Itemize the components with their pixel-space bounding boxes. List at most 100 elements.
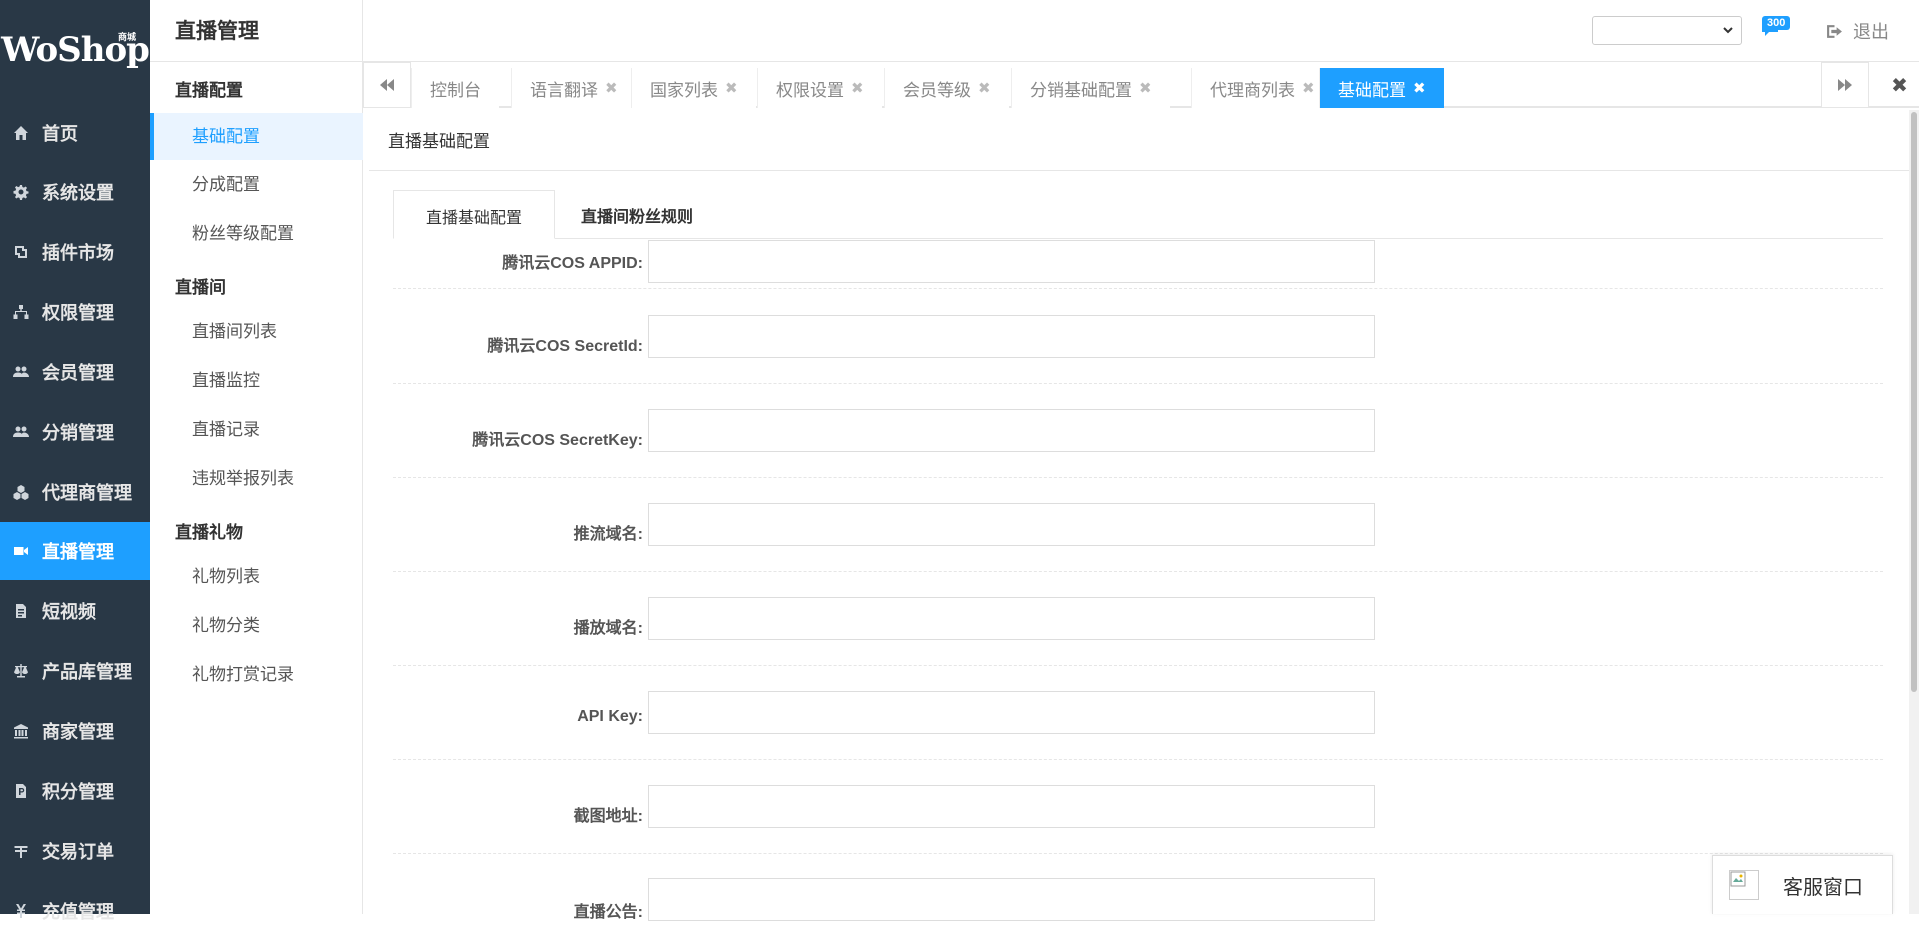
sidebar-item-system-settings[interactable]: 系统设置 [0,163,150,221]
close-icon: ✖ [1891,74,1908,97]
brand-logo[interactable]: WoShop 商城 [0,0,150,100]
close-icon[interactable]: ✖ [1139,79,1152,97]
yen-icon [12,902,30,920]
tabs-scroll-right-button[interactable] [1821,62,1869,108]
sidebar-item-label: 首页 [42,124,78,144]
tab-label: 控制台 [430,80,481,100]
submenu-item-live-records[interactable]: 直播记录 [150,406,363,453]
cos-secretkey-input[interactable] [648,409,1375,452]
tab-distribution-basic-config[interactable]: 分销基础配置 ✖ [1011,68,1170,108]
sidebar-item-label: 短视频 [42,602,96,622]
sidebar-item-label: 分销管理 [42,423,114,443]
sidebar-item-label: 权限管理 [42,303,114,323]
tab-console[interactable]: 控制台 [411,68,499,108]
sidebar-item-live[interactable]: 直播管理 [0,522,150,580]
submenu-item-live-monitor[interactable]: 直播监控 [150,357,363,404]
message-count-badge: 300 [1762,16,1791,30]
form-row-cos-appid: 腾讯云COS APPID: [393,240,1883,289]
tab-live-basic-config[interactable]: 直播基础配置 [393,190,556,239]
screenshot-url-input[interactable] [648,785,1375,828]
tab-member-levels[interactable]: 会员等级 ✖ [884,68,1009,108]
form-row-play-domain: 播放域名: [393,572,1883,666]
gear-icon [12,183,30,201]
sidebar-item-agents[interactable]: 代理商管理 [0,463,150,521]
sidebar-item-short-video[interactable]: 短视频 [0,582,150,640]
inner-tab-bar: 直播基础配置 直播间粉丝规则 [393,190,1883,239]
tab-language-translation[interactable]: 语言翻译 ✖ [511,68,636,108]
submenu-item-violation-reports[interactable]: 违规举报列表 [150,455,363,502]
close-icon[interactable]: ✖ [851,79,864,97]
sidebar-item-merchants[interactable]: 商家管理 [0,702,150,760]
chevron-down-icon [1723,27,1733,34]
submenu-item-gift-categories[interactable]: 礼物分类 [150,602,363,649]
push-domain-input[interactable] [648,503,1375,546]
form-row-cos-secretid: 腾讯云COS SecretId: [393,290,1883,384]
close-all-tabs-button[interactable]: ✖ [1880,62,1919,108]
field-label: 腾讯云COS SecretKey: [472,432,643,449]
language-select[interactable] [1592,16,1742,45]
video-camera-icon [12,542,30,560]
sidebar-item-home[interactable]: 首页 [0,104,150,162]
sidebar-item-recharge[interactable]: 充值管理 [0,882,150,940]
sidebar-item-orders[interactable]: 交易订单 [0,822,150,880]
sidebar-item-plugin-market[interactable]: 插件市场 [0,223,150,281]
submenu-item-basic-config[interactable]: 基础配置 [150,113,363,160]
sidebar-item-permissions[interactable]: 权限管理 [0,283,150,341]
file-icon [12,602,30,620]
tab-basic-config[interactable]: 基础配置 ✖ [1319,68,1444,108]
file-icon [12,782,30,800]
field-label: 推流域名: [573,526,643,543]
field-label: 播放域名: [573,620,643,637]
form-row-screenshot-url: 截图地址: [393,760,1883,854]
main-sidebar: WoShop 商城 首页 系统设置 插件市场 权限管理 会员管理 分销管理 代理… [0,0,150,922]
submenu-group-live-room: 直播间 [175,278,226,297]
scrollbar-thumb[interactable] [1911,112,1917,692]
sidebar-item-label: 会员管理 [42,363,114,383]
balance-scale-icon [12,662,30,680]
tab-label: 会员等级 [903,80,971,100]
tabs-scroll-left-button[interactable] [363,62,411,108]
customer-service-label: 客服窗口 [1783,876,1863,899]
logout-button[interactable]: 退出 [1826,18,1889,44]
field-label: 腾讯云COS APPID: [502,255,643,272]
plugin-icon [12,243,30,261]
close-icon[interactable]: ✖ [978,79,991,97]
submenu-item-live-room-list[interactable]: 直播间列表 [150,308,363,355]
tab-permission-settings[interactable]: 权限设置 ✖ [757,68,882,108]
close-icon[interactable]: ✖ [605,79,618,97]
submenu-title: 直播管理 [150,0,363,62]
cos-appid-input[interactable] [648,240,1375,283]
form-row-api-key: API Key: [393,666,1883,760]
sidebar-item-label: 产品库管理 [42,662,132,682]
submenu-item-gift-reward-records[interactable]: 礼物打赏记录 [150,651,363,698]
sidebar-item-label: 交易订单 [42,842,114,862]
sidebar-item-points[interactable]: 积分管理 [0,762,150,820]
field-label: 截图地址: [573,808,643,825]
close-icon[interactable]: ✖ [1302,79,1315,97]
submenu-item-fan-level-config[interactable]: 粉丝等级配置 [150,210,363,257]
yen-icon [12,842,30,860]
submenu-item-gift-list[interactable]: 礼物列表 [150,553,363,600]
sidebar-item-label: 积分管理 [42,782,114,802]
api-key-input[interactable] [648,691,1375,734]
customer-service-widget[interactable]: 客服窗口 [1712,855,1893,914]
cos-secretid-input[interactable] [648,315,1375,358]
tab-label: 分销基础配置 [1030,80,1132,100]
close-icon[interactable]: ✖ [1413,79,1426,97]
sidebar-item-members[interactable]: 会员管理 [0,343,150,401]
play-domain-input[interactable] [648,597,1375,640]
tab-country-list[interactable]: 国家列表 ✖ [631,68,756,108]
tab-live-fan-rules[interactable]: 直播间粉丝规则 [549,190,725,239]
form-row-push-domain: 推流域名: [393,478,1883,572]
sidebar-item-distribution[interactable]: 分销管理 [0,403,150,461]
close-icon[interactable]: ✖ [725,79,738,97]
sidebar-item-label: 代理商管理 [42,483,132,503]
sitemap-icon [12,303,30,321]
tab-agent-list[interactable]: 代理商列表 ✖ [1191,68,1333,108]
form-row-cos-secretkey: 腾讯云COS SecretKey: [393,384,1883,478]
submenu-item-commission-config[interactable]: 分成配置 [150,161,363,208]
live-announcement-input[interactable] [648,878,1375,921]
tab-label: 权限设置 [776,80,844,100]
logout-label: 退出 [1853,22,1889,42]
sidebar-item-product-library[interactable]: 产品库管理 [0,642,150,700]
